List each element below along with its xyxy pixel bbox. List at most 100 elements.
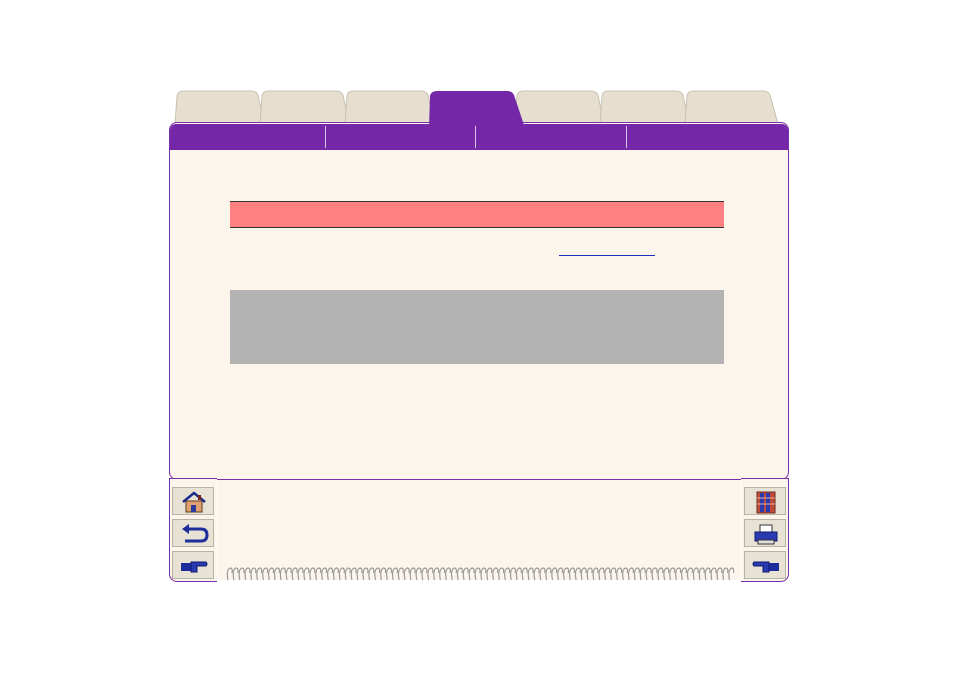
spiral-coil [391,567,399,581]
next-page-button[interactable] [172,551,214,579]
subnav-item-3[interactable] [476,124,626,150]
spiral-coil [480,567,487,581]
back-button[interactable] [172,519,214,547]
home-icon [182,491,206,513]
index-book-icon [756,491,776,514]
spiral-coil [557,567,564,581]
tab-3[interactable] [343,90,435,126]
spiral-coil [515,567,522,581]
spiral-coil [374,567,381,581]
spiral-coil [403,567,410,581]
subnav-item-1[interactable] [170,124,325,150]
spiral-coil [545,567,552,581]
subnav-item-2[interactable] [326,124,475,150]
spiral-coil [686,567,694,581]
spiral-coil [681,567,688,581]
spiral-coil [226,567,233,581]
index-button[interactable] [744,487,786,515]
spiral-coil [244,567,251,581]
spiral-coil [303,567,310,581]
spiral-coil [321,567,328,581]
spiral-coil [633,567,640,581]
spiral-coil [645,567,652,581]
spiral-coil [622,567,629,581]
spiral-coil [592,567,599,581]
spiral-coil [273,567,281,581]
spiral-coil [468,567,475,581]
spiral-coil [492,567,499,581]
spiral-coil [586,567,593,581]
spiral-coil [409,567,416,581]
spiral-coil [362,567,369,581]
subnav-item-4[interactable] [627,124,788,150]
spiral-coil [551,567,558,581]
spiral-coil [639,567,646,581]
spiral-coil [474,567,481,581]
spiral-coil [574,567,581,581]
spiral-coil [439,567,446,581]
spiral-coil [338,567,345,581]
spiral-coil [616,567,623,581]
spiral-coil [238,567,245,581]
print-button[interactable] [744,519,786,547]
spiral-coil [232,567,239,581]
spiral-coil [663,567,670,581]
spiral-coil [669,567,676,581]
spiral-coil [397,567,404,581]
spiral-coil [427,567,434,581]
spiral-coil [657,567,664,581]
spiral-coil [580,567,587,581]
hyperlink[interactable] [559,255,655,256]
back-arrow-icon [182,524,209,543]
spiral-coil [533,567,540,581]
spiral-coil [527,567,534,581]
spiral-coil [433,567,440,581]
spiral-coil [568,567,576,581]
spiral-coil [521,567,528,581]
spiral-coil [604,567,611,581]
previous-page-button[interactable] [744,551,786,579]
section-heading-band [230,201,724,228]
spiral-coil [539,567,546,581]
tab-6[interactable] [598,90,690,126]
spiral-coil [456,567,463,581]
note-box [230,290,724,364]
spiral-coil [356,567,363,581]
spiral-coil [368,567,375,581]
spiral-coil [598,567,605,581]
spiral-coil [651,567,658,581]
spiral-coil [610,567,617,581]
spiral-coil [415,567,422,581]
spiral-binding [226,567,735,581]
spiral-coil [256,567,263,581]
spiral-coil [462,567,469,581]
print-icon [754,524,778,545]
spiral-coil [315,567,322,581]
tab-2[interactable] [258,90,350,126]
spiral-coil [309,567,316,581]
spiral-coil [268,567,275,581]
spiral-coil [332,567,340,581]
spiral-coil [380,567,387,581]
spiral-coil [421,567,428,581]
spiral-coil [285,567,292,581]
spiral-coil [722,567,729,581]
spiral-coil [498,567,505,581]
spiral-coil [675,567,682,581]
spiral-coil [291,567,298,581]
next-hand-icon [181,561,208,573]
spiral-coil [327,567,334,581]
home-button[interactable] [172,487,214,515]
spiral-coil [486,567,493,581]
spiral-coil [704,567,711,581]
spiral-coil [728,567,735,581]
spiral-coil [504,567,511,581]
spiral-coil [279,567,286,581]
spiral-coil [509,567,517,581]
tab-1[interactable] [173,90,265,126]
tab-7[interactable] [683,90,779,126]
prev-hand-icon [752,561,779,573]
spiral-coil [350,567,357,581]
spiral-coil [445,567,452,581]
spiral-coil [563,567,570,581]
